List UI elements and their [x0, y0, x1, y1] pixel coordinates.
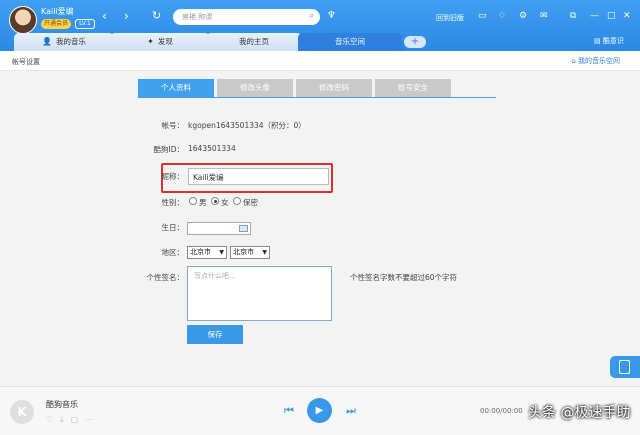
- signature-textarea[interactable]: 写点什么吧...: [187, 266, 332, 321]
- birthday-input[interactable]: [187, 222, 251, 235]
- search-input[interactable]: 庾艳 称谓: [182, 12, 212, 22]
- gender-male-label: 男: [199, 198, 207, 207]
- shirt-icon[interactable]: ♢: [498, 10, 506, 22]
- account-label: 帐号：: [161, 121, 185, 130]
- chevron-down-icon: ▼: [219, 249, 224, 256]
- home-icon: ⌂: [571, 57, 578, 65]
- vip-badge[interactable]: 开通会员: [41, 19, 71, 29]
- tab-discover[interactable]: ✦ 发现: [110, 33, 210, 51]
- page-title: 帐号设置: [12, 58, 40, 66]
- playback-time: 00:00/00:00: [480, 407, 523, 415]
- gender-female-radio[interactable]: [211, 197, 219, 205]
- search-icon[interactable]: ⌕: [309, 11, 314, 21]
- add-tab-button[interactable]: +: [404, 36, 426, 48]
- download-icon[interactable]: ⤓: [60, 415, 71, 424]
- tab-my-music[interactable]: 👤 我的音乐: [14, 33, 114, 51]
- comment-icon[interactable]: ▢: [71, 415, 86, 424]
- settings-icon[interactable]: ⚙: [519, 10, 527, 22]
- play-button[interactable]: ▶: [307, 398, 332, 423]
- minimize-icon[interactable]: —: [590, 10, 599, 22]
- phone-sync-button[interactable]: [610, 356, 640, 378]
- level-badge: LV.1: [75, 19, 95, 29]
- signature-label: 个性签名：: [146, 273, 185, 282]
- gender-label: 性别：: [161, 198, 185, 207]
- tab-account-security[interactable]: 账号安全: [375, 79, 451, 97]
- previous-icon[interactable]: ⏮: [284, 404, 294, 418]
- tab-profile[interactable]: 个人资料: [138, 79, 214, 97]
- kugou-logo: K: [10, 400, 34, 424]
- city-select[interactable]: 北京市 ▼: [230, 246, 270, 259]
- save-button[interactable]: 保存: [187, 325, 243, 344]
- calendar-icon[interactable]: [239, 225, 248, 232]
- signature-hint: 个性签名字数不要超过60个字符: [350, 273, 458, 282]
- tab-change-avatar[interactable]: 修改头像: [217, 79, 293, 97]
- maximize-icon[interactable]: □: [607, 10, 616, 22]
- province-select[interactable]: 北京市 ▼: [187, 246, 227, 259]
- next-icon[interactable]: ⏭: [346, 404, 356, 418]
- microphone-icon[interactable]: ♆: [327, 10, 336, 21]
- player-actions: ♡⤓▢⋯: [46, 415, 100, 425]
- old-version-link[interactable]: 回到旧版: [436, 13, 464, 23]
- nickname-field[interactable]: Kaili爱编: [188, 168, 329, 185]
- kugou-space-icon: ▤: [594, 37, 603, 45]
- watermark: 头条 @极速手助: [528, 405, 631, 421]
- phone-icon: [619, 360, 630, 374]
- region-label: 地区：: [161, 248, 185, 257]
- gender-secret-label: 保密: [243, 198, 258, 207]
- account-value: kgopen1643501334（积分：0）: [188, 121, 306, 130]
- compass-icon: ✦: [147, 37, 154, 46]
- close-icon[interactable]: ✕: [623, 10, 631, 22]
- main-tabs: 👤 我的音乐 ✦ 发现 我的主页 音乐空间: [0, 33, 640, 51]
- tab-change-password[interactable]: 修改密码: [296, 79, 372, 97]
- nickname-label: 昵称：: [161, 172, 185, 181]
- user-icon: 👤: [42, 37, 52, 46]
- my-music-space-link[interactable]: ⌂ 我的音乐空间: [571, 56, 620, 66]
- refresh-icon[interactable]: ↻: [152, 9, 161, 23]
- mail-icon[interactable]: ✉: [540, 10, 548, 22]
- username[interactable]: Kaili爱编: [41, 6, 74, 17]
- kugou-id-label: 酷狗ID：: [153, 145, 185, 154]
- account-settings-panel: 个人资料 修改头像 修改密码 账号安全 帐号： kgopen1643501334…: [0, 72, 640, 382]
- more-icon[interactable]: ⋯: [85, 415, 100, 424]
- monitor-icon[interactable]: ▭: [478, 10, 487, 22]
- gender-male-radio[interactable]: [189, 197, 197, 205]
- kugou-space-link[interactable]: ▤ 酷意识: [594, 36, 624, 46]
- kugou-id-value: 1643501334: [188, 144, 236, 153]
- forward-icon[interactable]: ›: [124, 9, 129, 23]
- gender-secret-radio[interactable]: [233, 197, 241, 205]
- gender-female-label: 女: [221, 198, 229, 207]
- avatar[interactable]: [9, 6, 37, 34]
- mini-mode-icon[interactable]: ⧉: [570, 10, 576, 22]
- search-box[interactable]: 庾艳 称谓 ⌕: [173, 9, 320, 25]
- sub-header: 帐号设置 ⌂ 我的音乐空间: [0, 51, 640, 71]
- tab-underline: [138, 97, 496, 98]
- back-icon[interactable]: ‹: [102, 9, 107, 23]
- heart-icon[interactable]: ♡: [46, 415, 60, 424]
- chevron-down-icon: ▼: [262, 249, 267, 256]
- tab-my-home[interactable]: 我的主页: [206, 33, 302, 51]
- tab-music-space[interactable]: 音乐空间: [298, 33, 402, 51]
- birthday-label: 生日：: [161, 223, 185, 232]
- song-title: 酷狗音乐: [46, 400, 78, 409]
